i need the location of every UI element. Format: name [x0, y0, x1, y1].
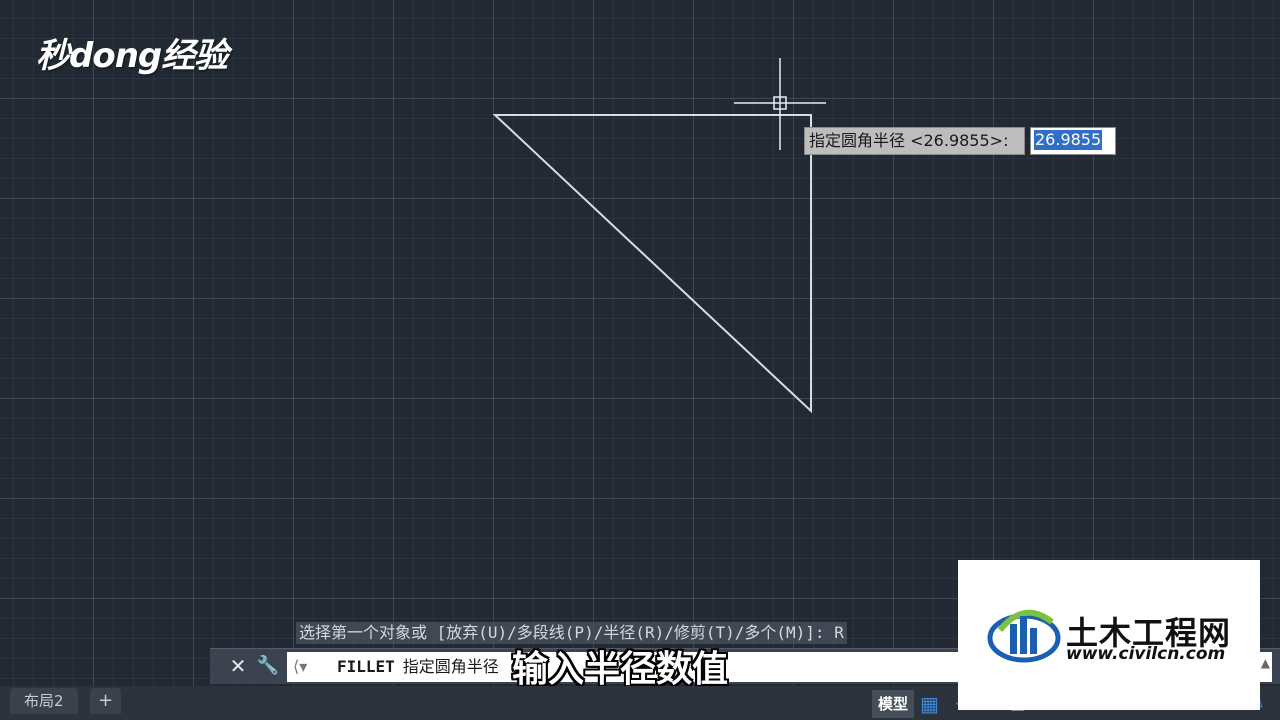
command-prompt-text: 指定圆角半径 [402, 657, 499, 676]
dynamic-prompt-label: 指定圆角半径 <26.9855>: [804, 127, 1025, 155]
command-arrow-icon[interactable]: ⟨▾ [293, 655, 323, 679]
radius-input[interactable]: 26.9855 [1030, 127, 1116, 155]
triangle-shape[interactable] [492, 114, 812, 414]
command-text: FILLET 指定圆角半径 [337, 652, 499, 682]
logo: 秒dong经验 [36, 36, 228, 76]
add-layout-button[interactable]: + [90, 688, 122, 714]
watermark: 土木工程网 www.civilcn.com [958, 560, 1260, 710]
command-keyword: FILLET [337, 657, 395, 676]
grid-icon[interactable]: ▦ [920, 692, 939, 716]
watermark-logo-icon [987, 609, 1061, 663]
scroll-up-icon[interactable]: ▲ [1261, 656, 1270, 670]
close-icon[interactable]: ✕ [226, 653, 250, 679]
wrench-icon[interactable]: 🔧 [256, 653, 280, 679]
radius-input-value[interactable]: 26.9855 [1034, 130, 1103, 150]
watermark-url: www.civilcn.com [1066, 644, 1226, 664]
video-subtitle: 输入半径数值 [512, 649, 729, 690]
tab-layout2[interactable]: 布局2 [10, 688, 78, 714]
model-button[interactable]: 模型 [872, 690, 915, 718]
